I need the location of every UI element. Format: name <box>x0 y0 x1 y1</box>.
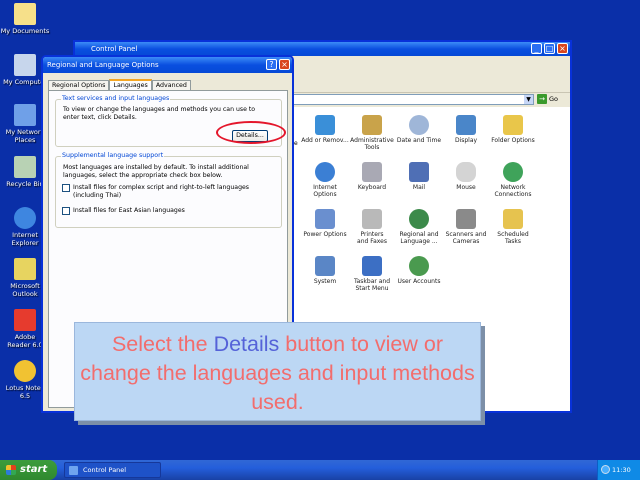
system-tray: 11:30 <box>597 460 640 480</box>
cp-item-scheduled-tasks[interactable]: Scheduled Tasks <box>485 209 541 245</box>
printers-faxes-icon <box>362 209 382 229</box>
complex-script-checkbox[interactable] <box>62 184 70 192</box>
east-asian-checkbox[interactable] <box>62 207 70 215</box>
dialog-titlebar[interactable]: Regional and Language Options ? × <box>43 57 292 73</box>
go-button[interactable]: → Go <box>537 94 566 105</box>
address-input[interactable]: ▼ <box>285 94 534 105</box>
scanners-cameras-icon <box>456 209 476 229</box>
instruction-highlight: Details <box>213 332 280 356</box>
computer-icon <box>14 54 36 76</box>
supplemental-language-group: Supplemental language support Most langu… <box>55 152 282 228</box>
folder-documents-icon <box>14 3 36 25</box>
add-remove-programs-icon <box>315 115 335 135</box>
complex-script-checkbox-row[interactable]: Install files for complex script and rig… <box>62 184 267 199</box>
desktop-icon-my-documents[interactable]: My Documents <box>0 3 55 35</box>
help-button[interactable]: ? <box>266 59 277 70</box>
regional-language-icon <box>409 209 429 229</box>
user-accounts-icon <box>409 256 429 276</box>
supplemental-title: Supplemental language support <box>61 152 165 160</box>
mouse-icon <box>456 162 476 182</box>
instruction-callout: Select the Details button to view or cha… <box>74 322 481 421</box>
date-time-icon <box>409 115 429 135</box>
keyboard-icon <box>362 162 382 182</box>
folder-options-icon <box>503 115 523 135</box>
mail-icon <box>409 162 429 182</box>
power-options-icon <box>315 209 335 229</box>
adobe-reader-icon <box>14 309 36 331</box>
clock: 11:30 <box>612 466 631 474</box>
windows-flag-icon <box>6 465 16 475</box>
outlook-icon <box>14 258 36 280</box>
tray-network-icon[interactable] <box>601 465 610 474</box>
internet-options-icon <box>315 162 335 182</box>
minimize-button[interactable]: _ <box>531 43 542 54</box>
taskbar-start-menu-icon <box>362 256 382 276</box>
network-icon <box>14 104 36 126</box>
dialog-title: Regional and Language Options <box>47 61 159 69</box>
start-button[interactable]: start <box>0 460 57 480</box>
cp-item-folder-options[interactable]: Folder Options <box>485 115 541 144</box>
details-highlight-ring <box>216 121 286 144</box>
system-icon <box>315 256 335 276</box>
cp-item-user-accounts[interactable]: User Accounts <box>391 256 447 285</box>
control-panel-title: Control Panel <box>91 45 138 53</box>
administrative-tools-icon <box>362 115 382 135</box>
cp-item-network-connections[interactable]: Network Connections <box>485 162 541 198</box>
east-asian-label: Install files for East Asian languages <box>73 207 185 214</box>
text-services-title: Text services and input languages <box>61 95 171 103</box>
close-button[interactable]: × <box>557 43 568 54</box>
taskbar: start Control Panel 11:30 <box>0 460 640 480</box>
instruction-text: Select the Details button to view or cha… <box>75 330 480 417</box>
supplemental-description: Most languages are installed by default.… <box>63 164 249 179</box>
text-services-description: To view or change the languages and meth… <box>63 106 256 121</box>
lotus-notes-icon <box>14 360 36 382</box>
recycle-bin-icon <box>14 156 36 178</box>
maximize-button[interactable]: □ <box>544 43 555 54</box>
scheduled-tasks-icon <box>503 209 523 229</box>
control-panel-titlebar[interactable]: Control Panel _ □ × <box>75 42 570 56</box>
network-connections-icon <box>503 162 523 182</box>
taskbar-item-control-panel[interactable]: Control Panel <box>64 462 161 478</box>
instruction-text-start: Select the <box>111 332 214 356</box>
internet-explorer-icon <box>14 207 36 229</box>
complex-script-label: Install files for complex script and rig… <box>73 184 250 199</box>
east-asian-checkbox-row[interactable]: Install files for East Asian languages <box>62 207 267 215</box>
go-arrow-icon: → <box>537 94 547 104</box>
chevron-down-icon[interactable]: ▼ <box>524 95 533 104</box>
display-icon <box>456 115 476 135</box>
dialog-close-button[interactable]: × <box>279 59 290 70</box>
control-panel-icon <box>69 466 78 475</box>
